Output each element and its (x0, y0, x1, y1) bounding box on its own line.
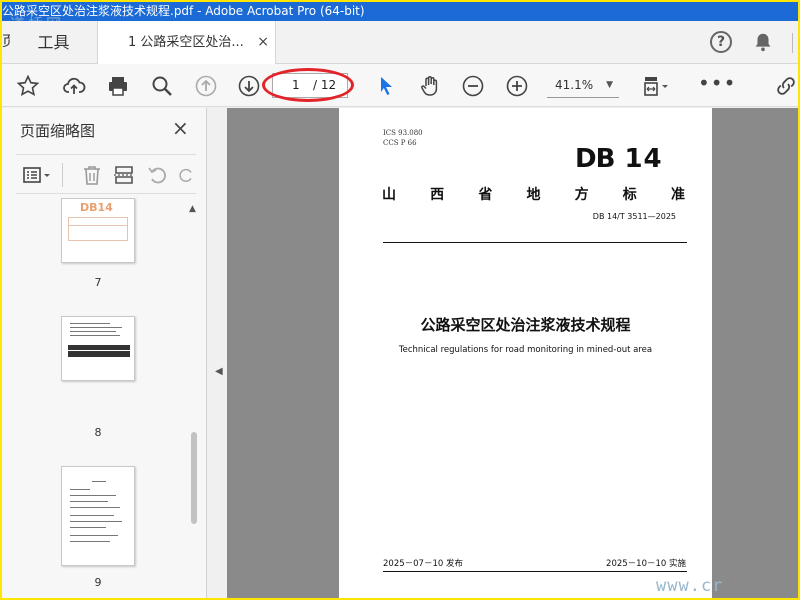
zoom-out-icon[interactable] (459, 72, 487, 100)
zoom-level-value: 41.1% (555, 78, 594, 92)
more-options-icon[interactable]: ••• (698, 72, 735, 100)
hand-icon[interactable] (416, 72, 444, 100)
standard-type-char: 准 (670, 187, 685, 203)
thumbnail-line (70, 527, 106, 528)
thumbnail-scrollbar[interactable]: ▲ (188, 204, 200, 598)
thumbnail-line (70, 331, 116, 332)
insert-page-icon[interactable] (112, 163, 136, 187)
thumbnail-options-icon[interactable] (20, 163, 56, 187)
highlight-ellipse-annotation (262, 68, 354, 102)
collapse-panel-icon[interactable]: ◀ (215, 366, 223, 377)
ccs-line: CCS P 66 (383, 139, 417, 147)
standard-type-char: 山 (382, 187, 396, 203)
tab-home-partial[interactable]: 页 (2, 21, 10, 64)
search-icon[interactable] (148, 72, 176, 100)
standard-type-char: 方 (574, 187, 589, 203)
thumbnail-line (70, 535, 118, 536)
db-logo-letters: DB (575, 144, 615, 174)
tab-tools[interactable]: 工具 (10, 21, 98, 64)
footer-rule (383, 571, 687, 572)
thumbnail-line (70, 495, 116, 496)
printer-icon[interactable] (104, 72, 132, 100)
thumbnail-list: DB14 7 8 9 (16, 198, 188, 598)
implement-date: 2025－10－10 实施 (606, 559, 686, 569)
thumbnail-line (70, 327, 122, 328)
header-rule (383, 242, 687, 243)
document-page: ICS 93.080 CCS P 66 DB 14 山 西 省 地 方 标 准 … (339, 108, 712, 598)
zoom-level-select[interactable]: 41.1% ▼ (547, 73, 619, 98)
standard-type: 山 西 省 地 方 标 准 (382, 184, 685, 204)
thumbnail-rule (68, 350, 130, 351)
thumbnail-rule (68, 225, 128, 226)
thumbnail-number: 7 (94, 276, 102, 289)
page-thumbnails-panel: 页面缩略图 × DB14 7 8 9 ▲ (2, 108, 207, 598)
cloud-upload-icon[interactable] (60, 72, 88, 100)
notification-bell-icon[interactable] (752, 31, 774, 53)
page-up-icon[interactable] (192, 72, 220, 100)
tab-document-label: 1 公路采空区处治... (128, 35, 244, 50)
document-viewport[interactable]: ICS 93.080 CCS P 66 DB 14 山 西 省 地 方 标 准 … (227, 108, 798, 598)
standard-type-char: 省 (478, 187, 493, 203)
trash-icon[interactable] (80, 163, 104, 187)
help-icon[interactable]: ? (710, 31, 732, 53)
thumbnail-line (70, 335, 120, 336)
tab-bar: 页 工具 1 公路采空区处治... × ? (2, 21, 798, 65)
db-logo-number: 14 (624, 144, 663, 174)
link-icon[interactable] (772, 72, 798, 100)
thumbnail-table (68, 345, 130, 357)
thumbnail-toolbar (16, 154, 196, 194)
rotate-right-icon[interactable] (176, 163, 196, 187)
standard-type-char: 西 (430, 187, 445, 203)
thumbnail-number: 9 (94, 576, 102, 589)
tab-divider (792, 33, 793, 53)
thumbnail-badge: DB14 (80, 201, 113, 214)
thumbnail-number: 8 (94, 426, 102, 439)
thumbnail-line (70, 501, 108, 502)
thumbnail-table (68, 217, 128, 241)
document-title-cn: 公路采空区处治注浆液技术规程 (420, 316, 631, 334)
acrobat-window: 公路采空区处治注浆液技术规程.pdf - Adobe Acrobat Pro (… (2, 2, 798, 598)
standard-type-char: 标 (622, 187, 637, 203)
scroll-up-icon[interactable]: ▲ (189, 204, 196, 214)
document-title-en: Technical regulations for road monitorin… (398, 345, 653, 355)
standard-number: DB 14/T 3511—2025 (592, 212, 676, 221)
thumbnail-line (70, 323, 110, 324)
close-panel-icon[interactable]: × (172, 116, 189, 140)
thumbnail-line (70, 541, 110, 542)
rotate-left-icon[interactable] (146, 163, 170, 187)
thumbnail-page[interactable]: DB14 (61, 198, 135, 263)
window-title-bar: 公路采空区处治注浆液技术规程.pdf - Adobe Acrobat Pro (… (2, 2, 798, 21)
page-down-icon[interactable] (235, 72, 263, 100)
scroll-thumb[interactable] (191, 432, 197, 524)
db-logo: DB 14 (575, 144, 663, 174)
tool-divider (62, 163, 63, 187)
thumbnail-page[interactable] (61, 316, 135, 381)
chevron-down-icon: ▼ (606, 80, 613, 90)
ics-code: ICS 93.080 CCS P 66 (383, 128, 423, 148)
fit-page-icon[interactable] (638, 72, 674, 100)
close-tab-icon[interactable]: × (257, 21, 269, 64)
release-date: 2025－07－10 发布 (383, 559, 463, 569)
select-arrow-icon[interactable] (372, 72, 400, 100)
star-icon[interactable] (14, 72, 42, 100)
thumbnail-line (70, 507, 120, 508)
thumbnail-line (70, 489, 90, 490)
ics-line: ICS 93.080 (383, 129, 423, 137)
thumbnail-line (92, 481, 106, 482)
panel-title: 页面缩略图 (20, 122, 96, 140)
thumbnail-line (70, 521, 122, 522)
zoom-in-icon[interactable] (503, 72, 531, 100)
tab-document[interactable]: 1 公路采空区处治... × (98, 21, 276, 65)
standard-type-char: 地 (526, 187, 541, 203)
thumbnail-line (70, 515, 114, 516)
thumbnail-page[interactable] (61, 466, 135, 566)
main-toolbar: 1 / 12 41.1% ▼ ••• (2, 64, 798, 107)
watermark-bottom: www.cr (656, 576, 724, 596)
